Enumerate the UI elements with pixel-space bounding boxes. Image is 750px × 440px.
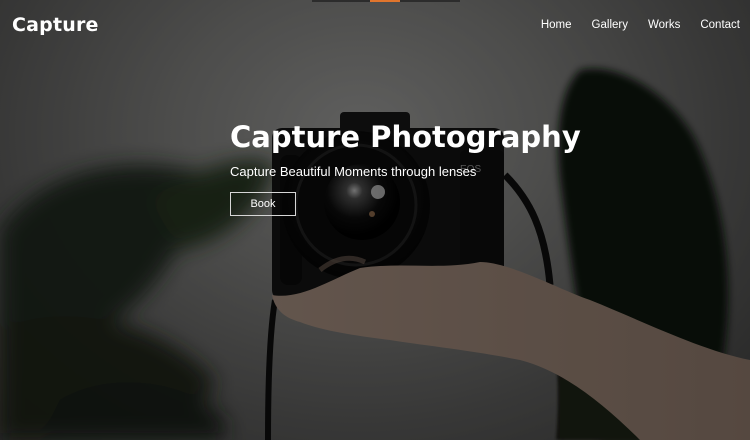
top-scroll-indicator	[312, 0, 460, 2]
hero-subtitle: Capture Beautiful Moments through lenses	[230, 164, 477, 179]
nav-gallery[interactable]: Gallery	[592, 19, 628, 31]
book-button[interactable]: Book	[230, 192, 296, 216]
top-scroll-indicator-accent	[370, 0, 400, 2]
nav-contact[interactable]: Contact	[700, 19, 740, 31]
main-nav: Home Gallery Works Contact	[521, 19, 740, 31]
dark-overlay	[0, 0, 750, 440]
hero-content: Capture Photography Capture Beautiful Mo…	[230, 120, 581, 216]
hero-title: Capture Photography	[230, 120, 581, 154]
hero-section: EOS Capture Home Gallery Works Contact C…	[0, 0, 750, 440]
nav-home[interactable]: Home	[541, 19, 572, 31]
nav-works[interactable]: Works	[648, 19, 680, 31]
brand-logo[interactable]: Capture	[12, 14, 99, 36]
